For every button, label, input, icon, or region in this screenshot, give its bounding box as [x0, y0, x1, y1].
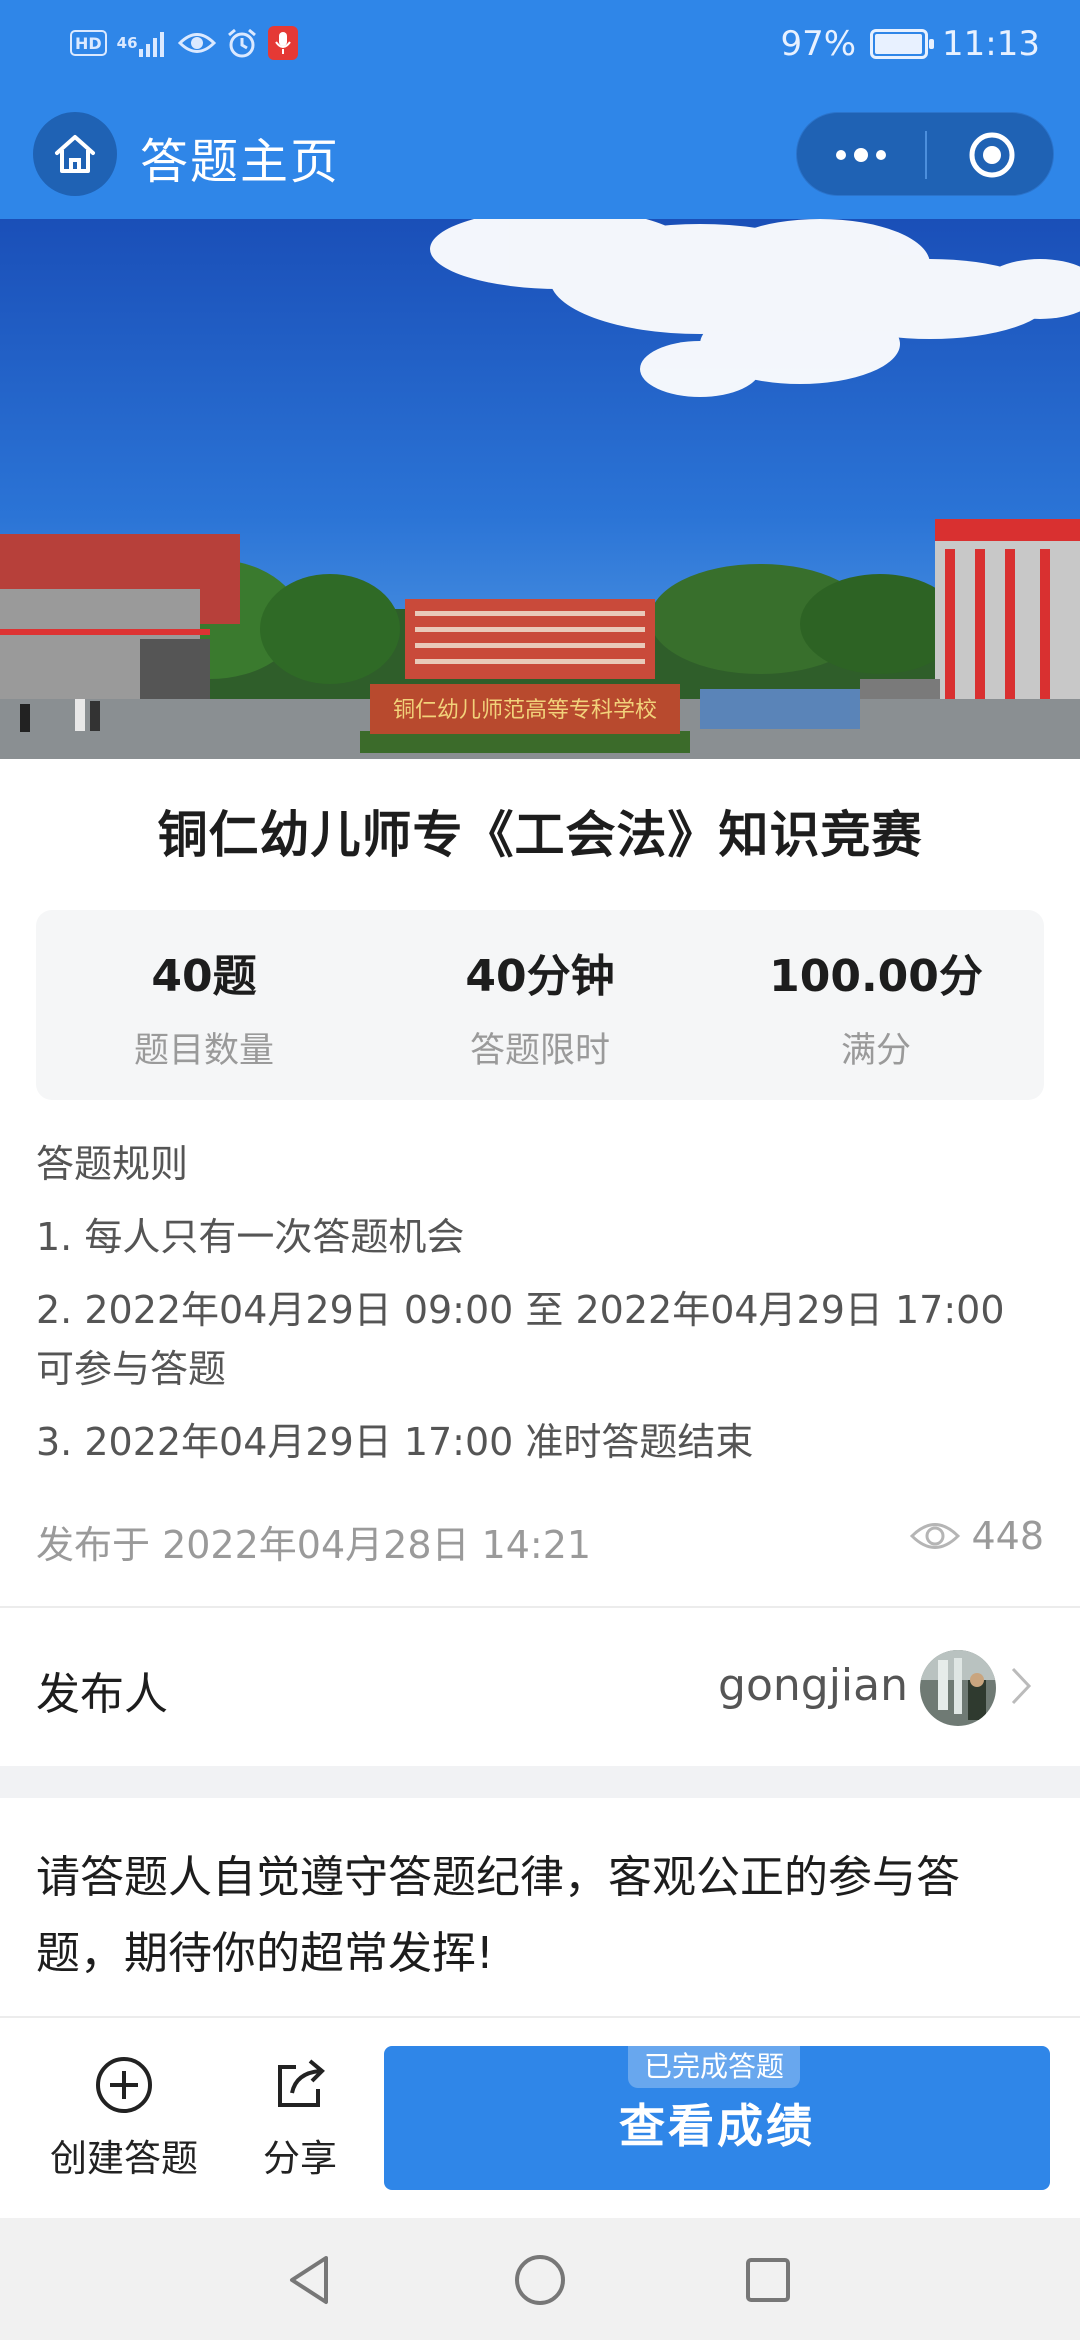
publisher-row[interactable]: 发布人 gongjian — [0, 1608, 1080, 1766]
target-circle-icon — [969, 132, 1014, 178]
mic-icon — [267, 26, 298, 60]
battery-percent: 97% — [780, 24, 857, 64]
stats-panel: 40题 题目数量 40分钟 答题限时 100.00分 满分 — [36, 910, 1044, 1100]
create-quiz-button[interactable]: 创建答题 — [44, 2052, 204, 2182]
stat-full-score: 100.00分 满分 — [708, 910, 1044, 1100]
home-button[interactable] — [33, 112, 117, 196]
share-button[interactable]: 分享 — [250, 2052, 350, 2182]
stat-question-count: 40题 题目数量 — [36, 910, 372, 1100]
nav-recents-button[interactable] — [738, 2250, 798, 2310]
capsule-divider — [925, 131, 927, 179]
stat-label: 题目数量 — [133, 1031, 274, 1071]
quiz-title: 铜仁幼儿师专《工会法》知识竞赛 — [157, 806, 923, 864]
close-button[interactable] — [928, 113, 1055, 197]
view-results-label: 查看成绩 — [619, 2099, 815, 2153]
share-label: 分享 — [263, 2137, 337, 2180]
more-dots-icon — [836, 148, 886, 162]
clock: 11:13 — [942, 24, 1040, 64]
eye-icon — [910, 1523, 961, 1549]
view-count: 448 — [909, 1514, 1044, 1558]
bottom-action-bar: 创建答题 分享 已完成答题 查看成绩 — [0, 2018, 1080, 2218]
home-circle-icon — [515, 2255, 565, 2305]
rule-item: 1. 每人只有一次答题机会 — [36, 1215, 465, 1259]
4g-signal-icon: 46 — [117, 26, 168, 60]
rules-title: 答题规则 — [36, 1142, 189, 1186]
stat-label: 答题限时 — [469, 1031, 610, 1071]
alarm-icon — [226, 26, 258, 60]
stat-value: 100.00分 — [769, 951, 983, 1002]
publisher-name: gongjian — [718, 1660, 908, 1711]
publish-date: 发布于 2022年04月28日 14:21 — [36, 1523, 592, 1567]
share-icon — [278, 2059, 325, 2107]
home-icon — [55, 135, 95, 173]
battery-fill — [875, 34, 923, 54]
section-gap — [0, 1766, 1080, 1798]
stat-label: 满分 — [840, 1031, 911, 1071]
chevron-right-icon — [1011, 1667, 1032, 1705]
nav-home-button[interactable] — [510, 2250, 570, 2310]
status-bar: HD 46 97% 11:13 — [0, 0, 1080, 92]
banner-image: 铜仁幼儿师范高等专科学校 — [0, 219, 1080, 759]
status-icons: HD 46 — [70, 26, 298, 60]
avatar[interactable] — [920, 1650, 996, 1726]
recents-square-icon — [746, 2258, 790, 2302]
battery-icon — [870, 29, 935, 59]
top-bar: HD 46 97% 11:13 答题主页 — [0, 0, 1080, 219]
completed-badge: 已完成答题 — [628, 2046, 801, 2088]
create-quiz-label: 创建答题 — [50, 2137, 198, 2180]
more-button[interactable] — [797, 113, 925, 197]
view-results-button[interactable]: 已完成答题 查看成绩 — [384, 2046, 1050, 2190]
plus-circle-icon — [96, 2057, 152, 2113]
page-title: 答题主页 — [140, 134, 341, 190]
system-nav-bar — [0, 2218, 1080, 2340]
eye-icon — [177, 26, 216, 60]
stat-value: 40分钟 — [465, 951, 615, 1002]
views-number: 448 — [971, 1514, 1044, 1558]
hd-icon: HD — [70, 30, 107, 56]
status-right: 97% 11:13 — [780, 24, 1040, 64]
publisher-label: 发布人 — [36, 1669, 168, 1720]
rules-section: 答题规则 1. 每人只有一次答题机会 2. 2022年04月29日 09:00 … — [36, 1135, 1046, 1486]
campus-photo: 铜仁幼儿师范高等专科学校 — [0, 219, 1080, 759]
gate-sign: 铜仁幼儿师范高等专科学校 — [393, 698, 657, 723]
back-triangle-icon — [290, 2256, 328, 2304]
nav-back-button[interactable] — [280, 2250, 340, 2310]
stat-time-limit: 40分钟 答题限时 — [372, 910, 708, 1100]
publish-meta: 发布于 2022年04月28日 14:21 448 — [36, 1514, 1044, 1574]
menu-capsule — [796, 112, 1054, 196]
rule-item: 2. 2022年04月29日 09:00 至 2022年04月29日 17:00… — [36, 1288, 1005, 1391]
stat-value: 40题 — [151, 951, 257, 1002]
network-label: 46 — [116, 34, 138, 52]
rule-item: 3. 2022年04月29日 17:00 准时答题结束 — [36, 1420, 754, 1464]
notice-text: 请答题人自觉遵守答题纪律，客观公正的参与答题，期待你的超常发挥! — [36, 1852, 960, 1979]
